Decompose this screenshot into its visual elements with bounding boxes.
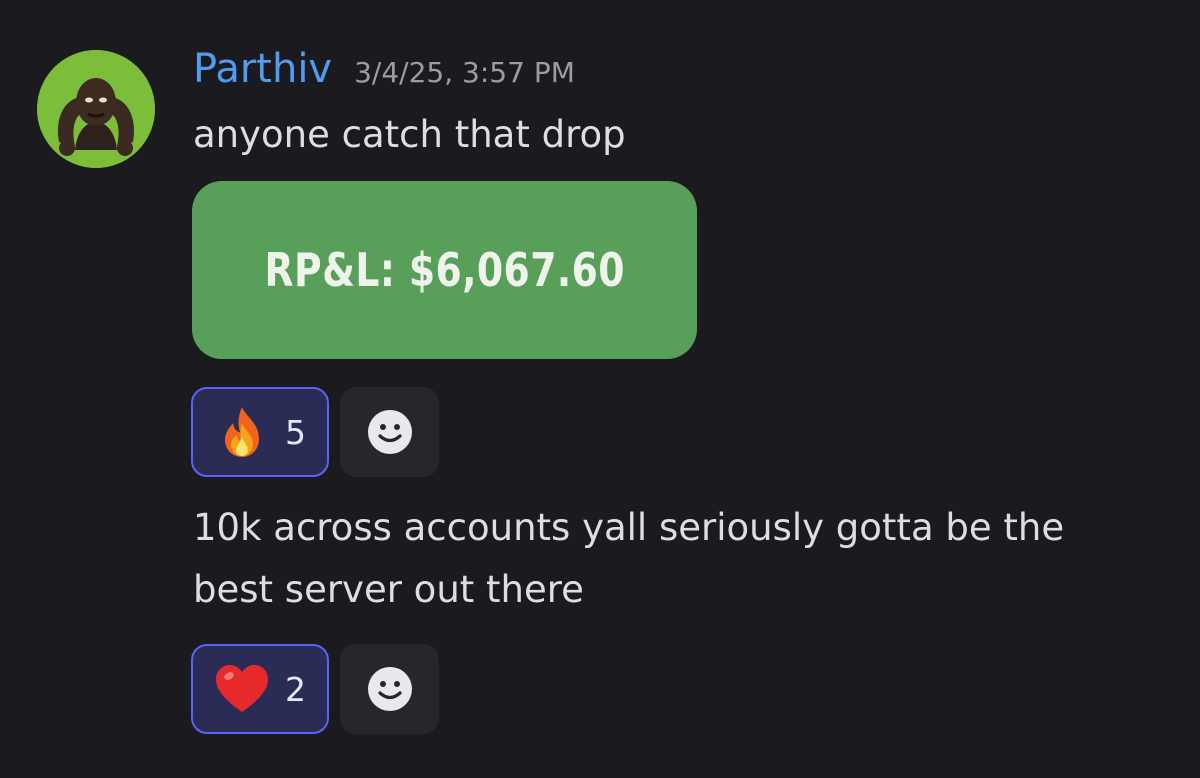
- reaction-count: 5: [285, 412, 306, 452]
- timestamp: 3/4/25, 3:57 PM: [354, 56, 575, 89]
- reaction-heart[interactable]: 2: [191, 644, 329, 734]
- reaction-count: 2: [285, 669, 306, 709]
- message-text-2: 10k across accounts yall seriously gotta…: [193, 497, 1064, 621]
- avatar-meme-face-icon: [37, 50, 155, 168]
- username[interactable]: Parthiv: [193, 46, 332, 92]
- smiley-add-reaction-icon: [367, 410, 412, 454]
- fire-emoji-icon: [225, 407, 259, 457]
- add-reaction-button[interactable]: [340, 387, 439, 477]
- reaction-row: 5: [191, 387, 439, 477]
- reaction-row-2: 2: [191, 644, 439, 734]
- reaction-fire[interactable]: 5: [191, 387, 329, 477]
- message-header: Parthiv 3/4/25, 3:57 PM: [193, 46, 575, 96]
- message-text: anyone catch that drop: [193, 113, 626, 156]
- message-group: Parthiv 3/4/25, 3:57 PM anyone catch tha…: [0, 0, 1200, 778]
- pnl-image-text: RP&L: $6,067.60: [264, 243, 625, 297]
- message-text-line: 10k across accounts yall seriously gotta…: [193, 506, 1065, 549]
- smiley-add-reaction-icon: [367, 667, 412, 711]
- red-heart-emoji-icon: [216, 665, 268, 712]
- message-text-line: best server out there: [193, 568, 584, 611]
- pnl-screenshot-image[interactable]: RP&L: $6,067.60: [192, 181, 697, 359]
- user-avatar[interactable]: [37, 50, 155, 168]
- add-reaction-button[interactable]: [340, 644, 439, 734]
